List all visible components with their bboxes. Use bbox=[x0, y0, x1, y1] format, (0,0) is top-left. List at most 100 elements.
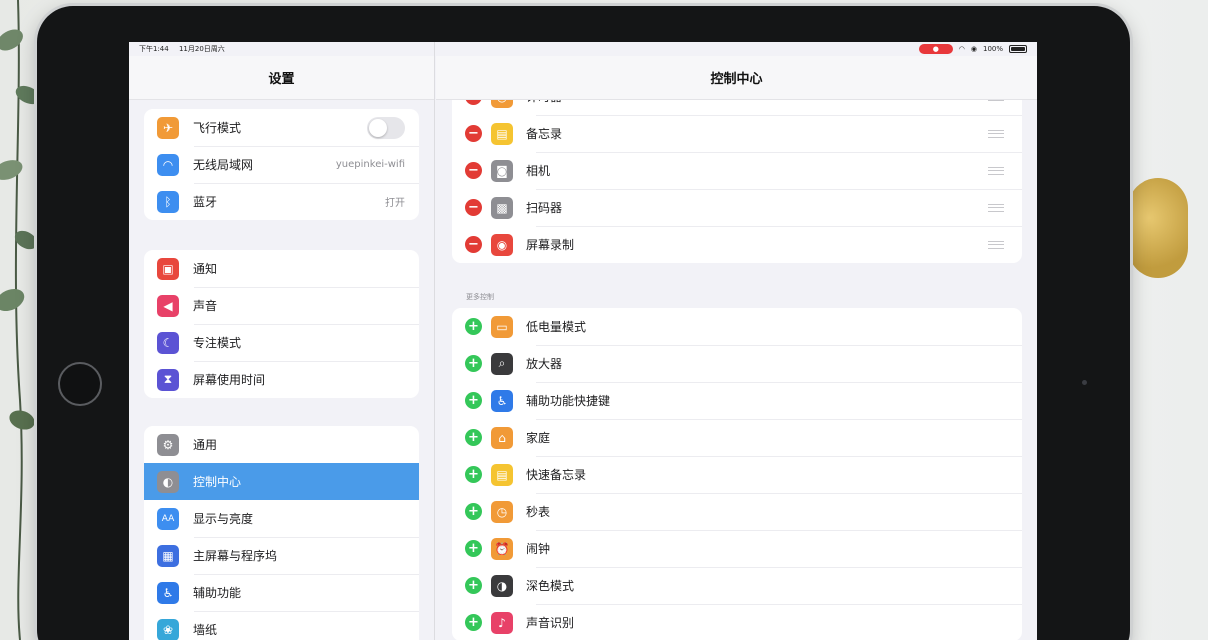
reorder-handle[interactable] bbox=[988, 166, 1004, 175]
gear-icon: ⚙ bbox=[157, 433, 179, 456]
sidebar-item-airplane-mode[interactable]: ✈ 飞行模式 bbox=[144, 109, 419, 146]
reorder-handle[interactable] bbox=[988, 240, 1004, 249]
more-control-low-power[interactable]: + ▭ 低电量模式 bbox=[452, 308, 1022, 345]
included-controls-group: − ◔ 计时器 − ▤ 备忘录 − ◙ 相机 − ▩ 扫码器 bbox=[452, 78, 1022, 263]
remove-control-button[interactable]: − bbox=[465, 199, 482, 216]
add-control-button[interactable]: + bbox=[465, 429, 482, 446]
more-control-quick-note[interactable]: + ▤ 快速备忘录 bbox=[452, 456, 1022, 493]
sidebar-group-connectivity: ✈ 飞行模式 ◠ 无线局域网 yuepinkei-wifi ᛒ 蓝牙 打开 bbox=[144, 109, 419, 220]
stopwatch-icon: ◷ bbox=[491, 500, 513, 523]
front-camera bbox=[1082, 380, 1087, 385]
control-label: 快速备忘录 bbox=[526, 468, 587, 482]
airplane-mode-toggle[interactable] bbox=[367, 116, 405, 139]
sidebar-item-wallpaper[interactable]: ❀ 墙纸 bbox=[144, 611, 419, 640]
wifi-status-icon: ◠ bbox=[958, 45, 965, 53]
battery-icon bbox=[1009, 45, 1027, 53]
control-label: 辅助功能快捷键 bbox=[526, 394, 611, 408]
screen-recording-indicator[interactable]: ● bbox=[918, 44, 953, 54]
battery-icon: ▭ bbox=[491, 315, 513, 338]
control-label: 扫码器 bbox=[526, 201, 563, 215]
accessibility-shortcut-icon: ♿ bbox=[491, 389, 513, 412]
coin-decoration bbox=[1128, 178, 1188, 278]
sidebar-group-notifications: ▣ 通知 ◀ 声音 ☾ 专注模式 ⧗ 屏幕使用时间 bbox=[144, 250, 419, 398]
remove-control-button[interactable]: − bbox=[465, 125, 482, 142]
control-label: 声音识别 bbox=[526, 616, 575, 630]
sidebar-item-label: 蓝牙 bbox=[193, 195, 218, 209]
more-control-accessibility-shortcut[interactable]: + ♿ 辅助功能快捷键 bbox=[452, 382, 1022, 419]
add-control-button[interactable]: + bbox=[465, 466, 482, 483]
notes-icon: ▤ bbox=[491, 122, 513, 145]
display-brightness-icon: AA bbox=[157, 507, 179, 530]
control-label: 屏幕录制 bbox=[526, 238, 575, 252]
more-control-sound-recognition[interactable]: + ♪ 声音识别 bbox=[452, 604, 1022, 640]
sidebar-item-bluetooth[interactable]: ᛒ 蓝牙 打开 bbox=[144, 183, 419, 220]
moon-icon: ☾ bbox=[157, 331, 179, 354]
sidebar-item-label: 通知 bbox=[193, 262, 218, 276]
sidebar-item-label: 声音 bbox=[193, 299, 218, 313]
sidebar-item-label: 显示与亮度 bbox=[193, 512, 254, 526]
sidebar-item-display-brightness[interactable]: AA 显示与亮度 bbox=[144, 500, 419, 537]
sidebar-item-label: 专注模式 bbox=[193, 336, 242, 350]
qr-scanner-icon: ▩ bbox=[491, 196, 513, 219]
add-control-button[interactable]: + bbox=[465, 577, 482, 594]
lock-rotation-icon: ◉ bbox=[970, 45, 977, 53]
detail-title: 控制中心 bbox=[436, 56, 1037, 100]
status-bar: 下午1:44 11月20日周六 ● ◠ ◉ 100% bbox=[129, 42, 1037, 56]
sidebar-item-label: 通用 bbox=[193, 438, 218, 452]
more-control-stopwatch[interactable]: + ◷ 秒表 bbox=[452, 493, 1022, 530]
battery-percent: 100% bbox=[982, 45, 1003, 53]
add-control-button[interactable]: + bbox=[465, 392, 482, 409]
remove-control-button[interactable]: − bbox=[465, 162, 482, 179]
add-control-button[interactable]: + bbox=[465, 503, 482, 520]
sidebar-item-accessibility[interactable]: ♿ 辅助功能 bbox=[144, 574, 419, 611]
more-control-dark-mode[interactable]: + ◑ 深色模式 bbox=[452, 567, 1022, 604]
sound-icon: ◀ bbox=[157, 294, 179, 317]
accessibility-icon: ♿ bbox=[157, 581, 179, 604]
status-time: 下午1:44 bbox=[139, 45, 169, 53]
remove-control-button[interactable]: − bbox=[465, 236, 482, 253]
more-control-magnifier[interactable]: + ⌕ 放大器 bbox=[452, 345, 1022, 382]
add-control-button[interactable]: + bbox=[465, 355, 482, 372]
control-label: 备忘录 bbox=[526, 127, 563, 141]
screen-record-icon: ◉ bbox=[491, 233, 513, 256]
add-control-button[interactable]: + bbox=[465, 614, 482, 631]
included-control-camera[interactable]: − ◙ 相机 bbox=[452, 152, 1022, 189]
included-control-notes[interactable]: − ▤ 备忘录 bbox=[452, 115, 1022, 152]
sidebar-item-label: 飞行模式 bbox=[193, 121, 242, 135]
wifi-icon: ◠ bbox=[157, 153, 179, 176]
sidebar-item-control-center[interactable]: ◐ 控制中心 bbox=[144, 463, 419, 500]
reorder-handle[interactable] bbox=[988, 203, 1004, 212]
more-control-home[interactable]: + ⌂ 家庭 bbox=[452, 419, 1022, 456]
sidebar-item-wifi[interactable]: ◠ 无线局域网 yuepinkei-wifi bbox=[144, 146, 419, 183]
sidebar-title: 设置 bbox=[129, 56, 434, 100]
control-label: 相机 bbox=[526, 164, 551, 178]
sidebar-item-notifications[interactable]: ▣ 通知 bbox=[144, 250, 419, 287]
sidebar-item-sounds[interactable]: ◀ 声音 bbox=[144, 287, 419, 324]
control-label: 闹钟 bbox=[526, 542, 551, 556]
sidebar-item-general[interactable]: ⚙ 通用 bbox=[144, 426, 419, 463]
included-control-screen-recording[interactable]: − ◉ 屏幕录制 bbox=[452, 226, 1022, 263]
sidebar-item-label: 无线局域网 bbox=[193, 158, 254, 172]
hourglass-icon: ⧗ bbox=[157, 368, 179, 391]
bluetooth-status: 打开 bbox=[385, 198, 405, 209]
control-label: 家庭 bbox=[526, 431, 551, 445]
more-controls-header: 更多控制 bbox=[466, 293, 494, 301]
sidebar-item-label: 主屏幕与程序坞 bbox=[193, 549, 278, 563]
sidebar-item-label: 控制中心 bbox=[193, 475, 242, 489]
sidebar-item-focus[interactable]: ☾ 专注模式 bbox=[144, 324, 419, 361]
notification-icon: ▣ bbox=[157, 257, 179, 280]
sidebar-item-home-screen[interactable]: ▦ 主屏幕与程序坞 bbox=[144, 537, 419, 574]
add-control-button[interactable]: + bbox=[465, 318, 482, 335]
home-button[interactable] bbox=[58, 362, 102, 406]
sidebar-item-label: 辅助功能 bbox=[193, 586, 242, 600]
reorder-handle[interactable] bbox=[988, 129, 1004, 138]
sound-recognition-icon: ♪ bbox=[491, 611, 513, 634]
bluetooth-icon: ᛒ bbox=[157, 190, 179, 213]
control-center-detail: 控制中心 − ◔ 计时器 − ▤ 备忘录 − ◙ 相机 − bbox=[436, 42, 1037, 640]
sidebar-group-general: ⚙ 通用 ◐ 控制中心 AA 显示与亮度 ▦ 主屏幕与程序坞 ♿ 辅助功能 ❀ … bbox=[144, 426, 419, 640]
add-control-button[interactable]: + bbox=[465, 540, 482, 557]
sidebar-item-screen-time[interactable]: ⧗ 屏幕使用时间 bbox=[144, 361, 419, 398]
included-control-code-scanner[interactable]: − ▩ 扫码器 bbox=[452, 189, 1022, 226]
magnifier-icon: ⌕ bbox=[491, 352, 513, 375]
more-control-alarm[interactable]: + ⏰ 闹钟 bbox=[452, 530, 1022, 567]
